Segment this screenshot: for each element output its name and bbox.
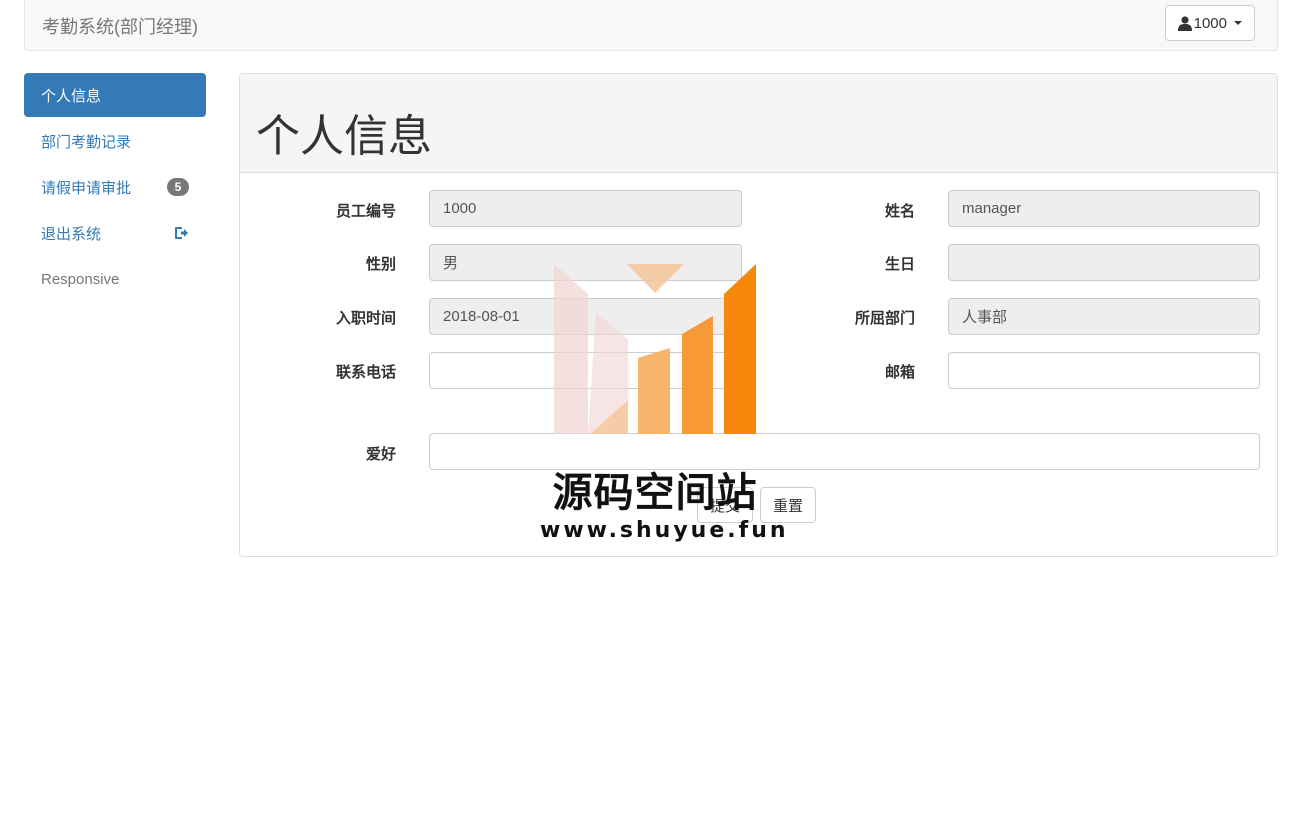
hobby-input[interactable] xyxy=(429,433,1260,470)
department-label: 所屈部门 xyxy=(854,310,915,327)
emp-id-value: 1000 xyxy=(443,200,477,217)
department-value: 人事部 xyxy=(962,309,1008,326)
hire-date-field[interactable]: 2018-08-01 xyxy=(429,298,742,335)
name-field[interactable]: manager xyxy=(948,190,1260,227)
birthday-label: 生日 xyxy=(884,256,915,273)
user-icon xyxy=(1177,15,1192,31)
submit-button[interactable]: 提交 xyxy=(697,487,754,523)
email-input[interactable] xyxy=(948,352,1260,389)
sidebar-item-logout[interactable]: 退出系统 xyxy=(24,211,206,255)
name-label: 姓名 xyxy=(884,203,915,220)
hobby-label: 爱好 xyxy=(365,446,396,463)
sidebar-item-label: 个人信息 xyxy=(41,87,102,105)
sidebar-item-label: Responsive xyxy=(41,270,120,288)
sidebar-item-label: 部门考勤记录 xyxy=(41,133,132,151)
gender-label: 性别 xyxy=(365,256,396,273)
emp-id-label: 员工编号 xyxy=(335,203,396,220)
chevron-down-icon xyxy=(1234,21,1242,25)
gender-value: 男 xyxy=(443,255,459,272)
phone-label: 联系电话 xyxy=(335,364,396,381)
sidebar-item-label: 请假申请审批 xyxy=(41,179,132,197)
sidebar-item-dept-attendance[interactable]: 部门考勤记录 xyxy=(24,119,206,163)
name-value: manager xyxy=(962,200,1022,217)
hire-date-value: 2018-08-01 xyxy=(443,308,520,325)
pending-count-badge: 5 xyxy=(167,178,189,196)
sidebar-item-personal-info[interactable]: 个人信息 xyxy=(24,73,206,117)
gender-field[interactable]: 男 xyxy=(429,244,742,281)
user-name: 1000 xyxy=(1193,14,1227,32)
top-navbar: 考勤系统(部门经理) 1000 xyxy=(24,0,1278,51)
birthday-field[interactable] xyxy=(948,244,1260,281)
sidebar-item-label: 退出系统 xyxy=(41,225,102,243)
hire-date-label: 入职时间 xyxy=(335,310,396,327)
department-field[interactable]: 人事部 xyxy=(948,298,1260,335)
sidebar-item-leave-approval[interactable]: 请假申请审批 5 xyxy=(24,165,206,209)
email-label: 邮箱 xyxy=(884,364,915,381)
panel-heading: 个人信息 xyxy=(240,74,1277,173)
user-menu-button[interactable]: 1000 xyxy=(1164,5,1255,41)
reset-button[interactable]: 重置 xyxy=(760,487,817,523)
phone-input[interactable] xyxy=(429,352,742,389)
logout-icon xyxy=(175,227,188,239)
sidebar: 个人信息 部门考勤记录 请假申请审批 5 退出系统 Responsive xyxy=(24,73,206,303)
emp-id-field[interactable]: 1000 xyxy=(429,190,742,227)
app-brand[interactable]: 考勤系统(部门经理) xyxy=(42,13,198,39)
sidebar-item-responsive[interactable]: Responsive xyxy=(24,257,206,301)
page-title: 个人信息 xyxy=(256,112,432,161)
